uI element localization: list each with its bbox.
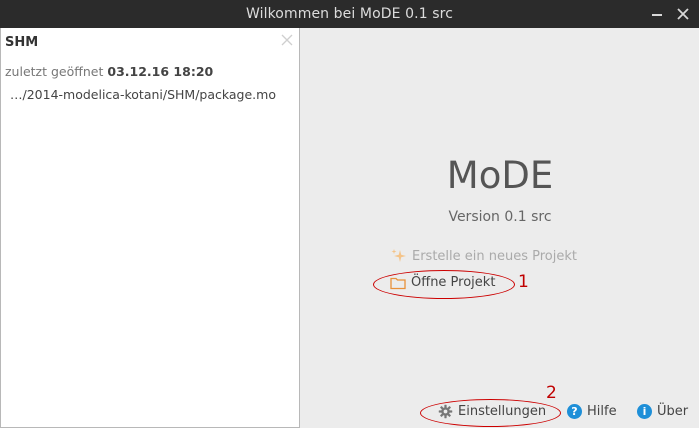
new-project-label: Erstelle ein neues Projekt [412,248,578,264]
recent-projects-panel: SHM zuletzt geöffnet 03.12.16 18:20 …/201… [0,28,300,428]
question-circle-icon: ? [567,404,582,419]
window-titlebar: Wilkommen bei MoDE 0.1 src [0,0,699,28]
close-window-button[interactable] [675,6,691,22]
gear-icon [438,404,453,419]
opened-date: 03.12.16 18:20 [107,64,214,79]
app-version: Version 0.1 src [448,209,552,225]
about-button[interactable]: i Über [637,404,688,419]
help-label: Hilfe [587,404,617,419]
folder-icon [390,277,406,289]
recent-project-opened: zuletzt geöffnet 03.12.16 18:20 [5,64,295,79]
recent-project-name: SHM [5,35,39,50]
remove-recent-icon[interactable] [281,34,293,46]
sparkle-icon [391,249,406,262]
settings-button[interactable]: Einstellungen [438,404,546,419]
help-button[interactable]: ? Hilfe [567,404,617,419]
opened-label: zuletzt geöffnet [5,64,104,79]
new-project-link[interactable]: Erstelle ein neues Projekt [391,248,577,264]
close-icon [677,8,689,20]
recent-project-path: …/2014-modelica-kotani/SHM/package.mo [10,87,276,102]
open-project-link[interactable]: Öffne Projekt [390,275,495,290]
about-label: Über [657,404,689,419]
annotation-marker-1: 1 [518,272,529,292]
minimize-button[interactable] [649,6,665,22]
window-title: Wilkommen bei MoDE 0.1 src [245,6,453,22]
annotation-marker-2: 2 [546,383,557,403]
settings-label: Einstellungen [458,404,547,419]
welcome-main-area: MoDE Version 0.1 src Erstelle ein neues … [301,28,699,428]
info-circle-icon: i [637,404,652,419]
open-project-label: Öffne Projekt [411,275,496,290]
recent-project-item[interactable]: SHM zuletzt geöffnet 03.12.16 18:20 …/201… [1,28,299,108]
app-name: MoDE [446,154,554,197]
